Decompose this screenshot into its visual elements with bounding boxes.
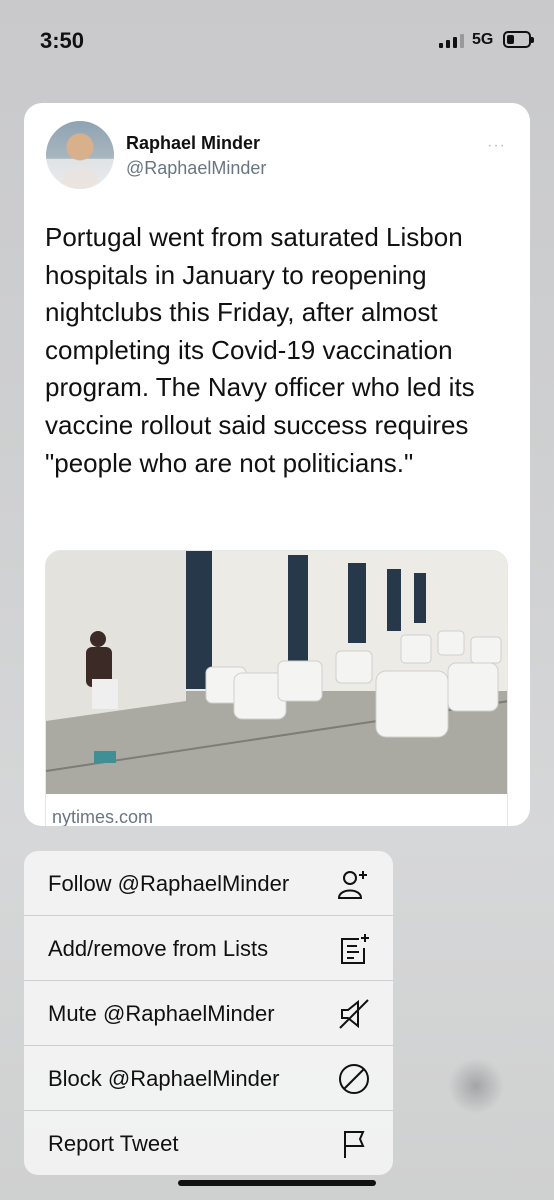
menu-item-label: Add/remove from Lists — [48, 936, 269, 961]
mute-speaker-icon — [339, 999, 369, 1029]
block-icon — [339, 1064, 369, 1094]
follow-user-icon — [337, 871, 367, 899]
menu-item-label: Report Tweet — [48, 1131, 179, 1156]
author-handle[interactable]: @RaphaelMinder — [126, 158, 266, 179]
menu-item-report[interactable]: Report Tweet — [24, 1111, 393, 1175]
menu-item-mute[interactable]: Mute @RaphaelMinder — [24, 981, 393, 1046]
menu-item-follow[interactable]: Follow @RaphaelMinder — [24, 851, 393, 916]
menu-item-lists[interactable]: Add/remove from Lists — [24, 916, 393, 981]
list-add-icon — [341, 934, 369, 964]
avatar[interactable] — [46, 121, 114, 189]
author-name[interactable]: Raphael Minder — [126, 133, 260, 154]
menu-item-block[interactable]: Block @RaphaelMinder — [24, 1046, 393, 1111]
signal-icon — [439, 32, 464, 48]
link-domain[interactable]: nytimes.com — [52, 807, 153, 826]
menu-item-label: Follow @RaphaelMinder — [48, 871, 290, 896]
menu-item-label: Block @RaphaelMinder — [48, 1066, 280, 1091]
tweet-text: Portugal went from saturated Lisbon hosp… — [45, 222, 475, 478]
more-icon[interactable]: ··· — [487, 137, 506, 155]
tweet-card[interactable]: Raphael Minder @RaphaelMinder ··· Portug… — [24, 103, 530, 826]
status-time: 3:50 — [40, 28, 85, 53]
status-bar: 3:50 5G — [0, 0, 554, 80]
background-blur — [448, 1058, 504, 1114]
home-indicator[interactable] — [178, 1180, 376, 1186]
menu-item-label: Mute @RaphaelMinder — [48, 1001, 275, 1026]
context-menu: Follow @RaphaelMinder Add/remove from Li… — [24, 851, 393, 1175]
link-preview-card[interactable] — [45, 550, 508, 826]
preview-photo — [46, 551, 507, 794]
network-type: 5G — [472, 31, 494, 48]
flag-icon — [344, 1131, 365, 1158]
battery-icon — [503, 31, 534, 48]
